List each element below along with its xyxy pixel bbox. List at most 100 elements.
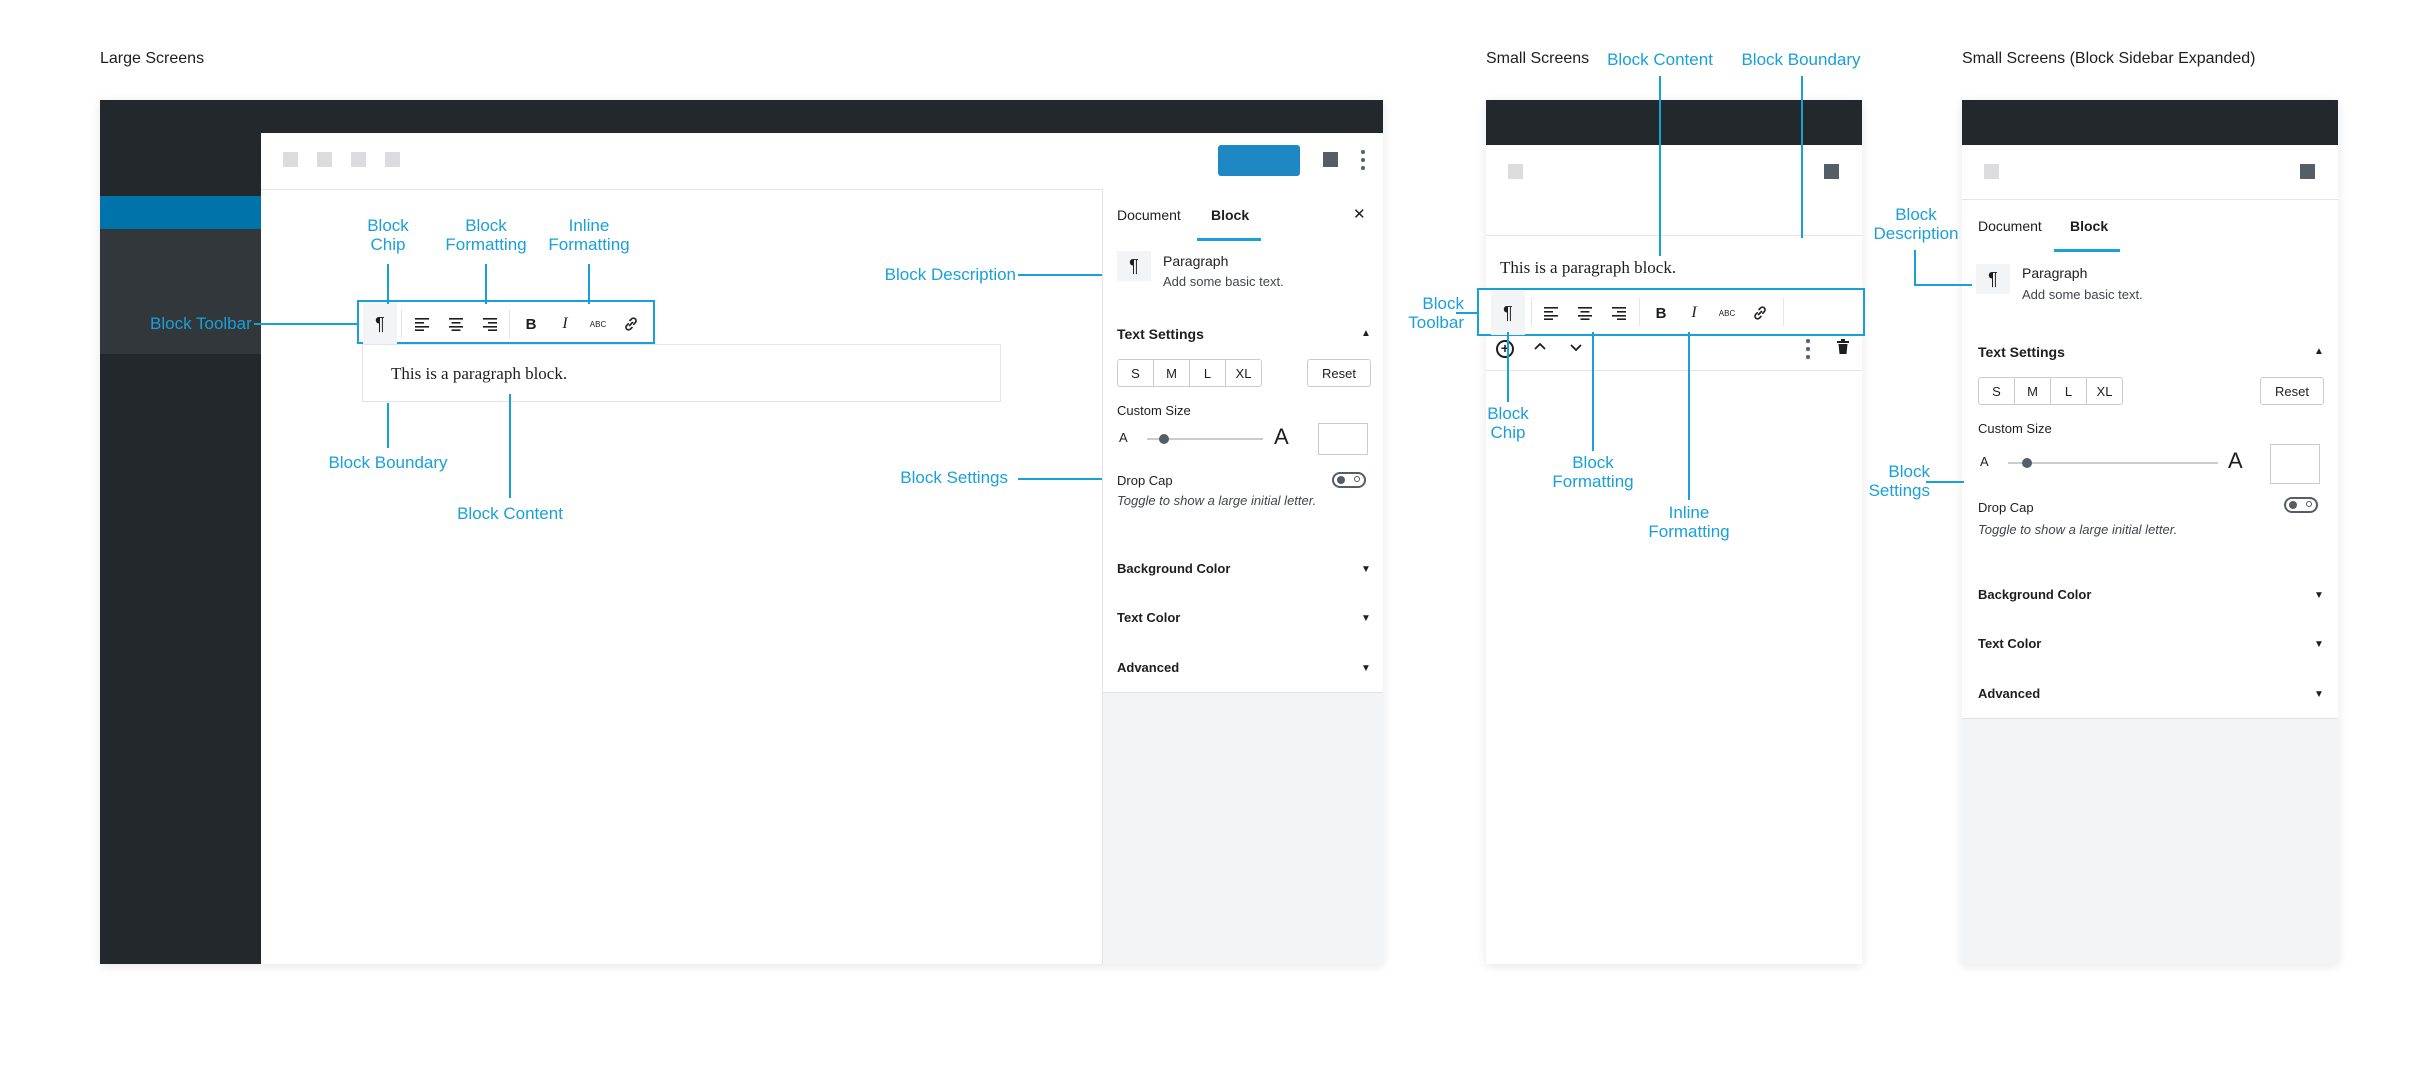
align-center-icon[interactable] [439,302,473,346]
settings-toggle-icon[interactable] [2300,164,2315,179]
trash-icon[interactable] [1836,339,1850,355]
size-m-button[interactable]: M [1154,360,1190,386]
block-more-menu-icon[interactable] [1806,339,1810,343]
strikethrough-icon[interactable]: ABC [1710,291,1744,335]
block-name: Paragraph [1163,253,1229,269]
annotation-block-content: Block Content [1607,50,1713,69]
text-color-panel[interactable]: Text Color ▼ [1103,593,1383,643]
annotation-line [1018,274,1102,276]
background-color-panel[interactable]: Background Color ▼ [1103,544,1383,594]
caret-down-icon[interactable]: ▼ [2314,639,2324,650]
text-color-heading[interactable]: Text Color [1978,636,2041,651]
annotation-block-toolbar: Block Toolbar [1408,294,1464,332]
settings-toggle-icon[interactable] [1323,152,1338,167]
text-color-panel[interactable]: Text Color ▼ [1962,619,2338,669]
caret-down-icon[interactable]: ▼ [1361,564,1371,575]
annotation-block-boundary: Block Boundary [1741,50,1861,69]
annotation-block-settings: Block Settings [1868,462,1930,500]
strikethrough-icon[interactable]: ABC [581,302,615,346]
text-color-heading[interactable]: Text Color [1117,610,1180,625]
caret-up-icon[interactable]: ▲ [1361,328,1371,339]
caret-down-icon[interactable]: ▼ [1361,613,1371,624]
italic-icon[interactable]: I [548,302,582,346]
size-s-button[interactable]: S [1979,378,2015,404]
slider-handle[interactable] [2022,458,2032,468]
custom-size-slider[interactable] [2008,462,2218,464]
text-settings-heading[interactable]: Text Settings [1117,326,1204,342]
admin-nav-submenu[interactable] [100,229,261,354]
custom-size-input[interactable] [1318,423,1368,455]
background-color-heading[interactable]: Background Color [1117,561,1230,576]
annotation-inline-formatting: Inline Formatting [548,216,630,254]
align-left-icon[interactable] [1535,291,1569,335]
paragraph-text[interactable]: This is a paragraph block. [391,364,567,384]
slider-handle[interactable] [1159,434,1169,444]
size-l-button[interactable]: L [2051,378,2087,404]
add-block-icon[interactable]: + [1496,340,1514,358]
reset-button[interactable]: Reset [2260,377,2324,405]
paragraph-block[interactable]: This is a paragraph block. [362,344,1001,402]
more-menu-icon[interactable] [1361,150,1365,154]
toolbar-separator [1639,298,1640,326]
tab-document[interactable]: Document [1978,218,2042,234]
caret-down-icon[interactable]: ▼ [1361,663,1371,674]
size-m-button[interactable]: M [2015,378,2051,404]
drop-cap-toggle[interactable] [1332,472,1366,488]
paragraph-text[interactable]: This is a paragraph block. [1500,258,1676,278]
caret-down-icon[interactable]: ▼ [2314,689,2324,700]
annotation-block-formatting: Block Formatting [445,216,527,254]
background-color-heading[interactable]: Background Color [1978,587,2091,602]
drop-cap-label: Drop Cap [1117,473,1173,488]
admin-nav-active-item[interactable] [100,196,261,229]
background-color-panel[interactable]: Background Color ▼ [1962,570,2338,620]
annotation-line [1456,312,1478,314]
link-icon[interactable] [614,302,648,346]
reset-button[interactable]: Reset [1307,359,1371,387]
annotation-line [1688,332,1690,500]
align-right-icon[interactable] [472,302,506,346]
move-down-icon[interactable] [1570,342,1582,352]
align-center-icon[interactable] [1568,291,1602,335]
annotation-line [509,394,511,498]
bold-icon[interactable]: B [514,302,548,346]
link-icon[interactable] [1743,291,1777,335]
italic-icon[interactable]: I [1677,291,1711,335]
custom-size-input[interactable] [2270,444,2320,484]
advanced-heading[interactable]: Advanced [1117,660,1179,675]
tab-block[interactable]: Block [1211,207,1249,223]
annotation-line [254,323,357,325]
settings-toggle-icon[interactable] [1824,164,1839,179]
admin-bar [1486,100,1862,145]
size-xl-button[interactable]: XL [2087,378,2122,404]
close-icon[interactable]: ✕ [1353,205,1366,223]
caret-down-icon[interactable]: ▼ [2314,590,2324,601]
header-tool-placeholder-icon[interactable] [1984,164,1999,179]
caret-up-icon[interactable]: ▲ [2314,346,2324,357]
bold-icon[interactable]: B [1644,291,1678,335]
header-tool-placeholder-icon[interactable] [385,152,400,167]
tab-document[interactable]: Document [1117,207,1181,223]
annotation-block-boundary: Block Boundary [328,453,448,472]
align-left-icon[interactable] [406,302,440,346]
paragraph-icon[interactable]: ¶ [363,302,397,346]
large-a-glyph: A [2228,448,2243,473]
advanced-heading[interactable]: Advanced [1978,686,2040,701]
advanced-panel[interactable]: Advanced ▼ [1962,668,2338,719]
header-tool-placeholder-icon[interactable] [317,152,332,167]
annotation-line [588,264,590,304]
publish-button[interactable] [1218,145,1300,176]
header-tool-placeholder-icon[interactable] [1508,164,1523,179]
header-tool-placeholder-icon[interactable] [351,152,366,167]
sidebar-tabs: Document Block ✕ [1103,189,1383,242]
tab-block[interactable]: Block [2070,218,2108,234]
drop-cap-toggle[interactable] [2284,497,2318,513]
size-xl-button[interactable]: XL [1226,360,1261,386]
size-l-button[interactable]: L [1190,360,1226,386]
size-s-button[interactable]: S [1118,360,1154,386]
move-up-icon[interactable] [1534,342,1546,352]
align-right-icon[interactable] [1601,291,1635,335]
paragraph-icon[interactable]: ¶ [1491,291,1525,335]
header-tool-placeholder-icon[interactable] [283,152,298,167]
advanced-panel[interactable]: Advanced ▼ [1103,642,1383,693]
text-settings-heading[interactable]: Text Settings [1978,344,2065,360]
